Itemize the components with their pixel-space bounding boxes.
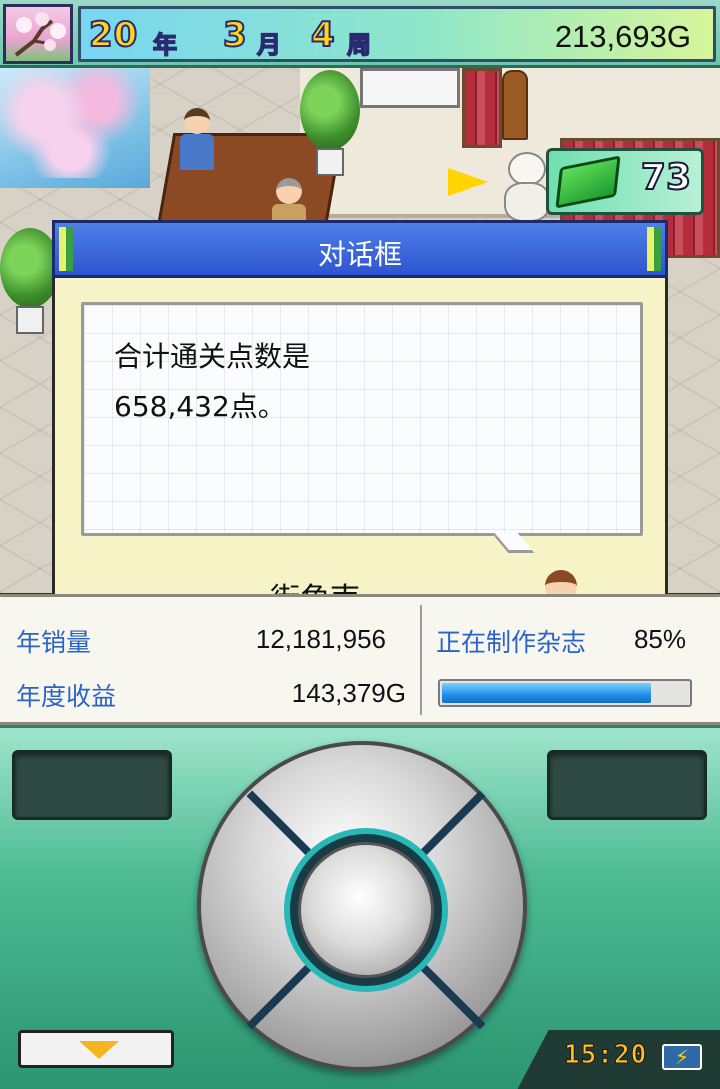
production-progress-bar: [438, 679, 692, 707]
annual-revenue-value: 143,379G: [291, 678, 406, 708]
month-value: 3: [222, 14, 248, 56]
year-value: 20: [88, 14, 139, 56]
book-count-badge[interactable]: 73: [546, 148, 704, 215]
menu-toggle-button[interactable]: [18, 1030, 174, 1068]
dialog-window[interactable]: 对话框 合计通关点数是 658,432点。 街角南: [52, 220, 668, 646]
money-display: 213,693G: [554, 19, 691, 54]
book-count: 73: [640, 156, 692, 199]
bookshelf-small: [462, 68, 502, 148]
annual-sales-label: 年销量: [16, 628, 92, 657]
center-confirm-button[interactable]: [298, 842, 434, 978]
potted-plant: [300, 70, 360, 180]
left-action-button[interactable]: [12, 750, 172, 820]
date-display: 20 年 3 月 4 周 213,693G: [78, 6, 716, 62]
stats-panel: 年销量 12,181,956 年度收益 143,379G 正在制作杂志 85%: [0, 594, 720, 725]
production-percent: 85%: [633, 624, 686, 654]
top-status-bar: 20 年 3 月 4 周 213,693G: [0, 0, 720, 68]
month-unit: 月: [256, 30, 282, 60]
dialog-body[interactable]: 合计通关点数是 658,432点。 街角南: [52, 278, 668, 646]
clock-time: 15:20: [563, 1040, 648, 1071]
production-progress-fill: [442, 683, 651, 703]
message-line-1: 合计通关点数是: [114, 340, 311, 373]
panel-divider: [420, 605, 422, 715]
year-unit: 年: [152, 30, 178, 60]
whiteboard: [360, 68, 460, 108]
potted-plant-left: [0, 228, 60, 338]
message-line-2: 658,432点。: [114, 390, 286, 423]
production-label: 正在制作杂志: [436, 628, 587, 657]
dialog-title: 对话框: [317, 238, 402, 271]
cherry-blossom-icon[interactable]: [3, 4, 73, 64]
green-book-icon: [555, 155, 621, 209]
dialog-title-bar: 对话框: [52, 220, 668, 278]
speech-bubble-tail: [491, 533, 535, 553]
controller-pad: 15:20 ⚡: [0, 725, 720, 1089]
week-unit: 周: [346, 30, 372, 60]
window: [0, 68, 150, 188]
directional-pad[interactable]: [197, 741, 527, 1071]
message-box: 合计通关点数是 658,432点。: [81, 302, 643, 536]
annual-sales-value: 12,181,956: [255, 624, 386, 654]
right-action-button[interactable]: [547, 750, 707, 820]
week-value: 4: [310, 14, 336, 56]
president-character: [176, 108, 216, 178]
grandfather-clock: [502, 70, 528, 140]
annual-revenue-label: 年度收益: [16, 682, 117, 711]
chevron-down-icon: [79, 1041, 119, 1059]
battery-charging-icon: ⚡: [662, 1044, 702, 1070]
polar-bear-mascot: [500, 152, 552, 222]
